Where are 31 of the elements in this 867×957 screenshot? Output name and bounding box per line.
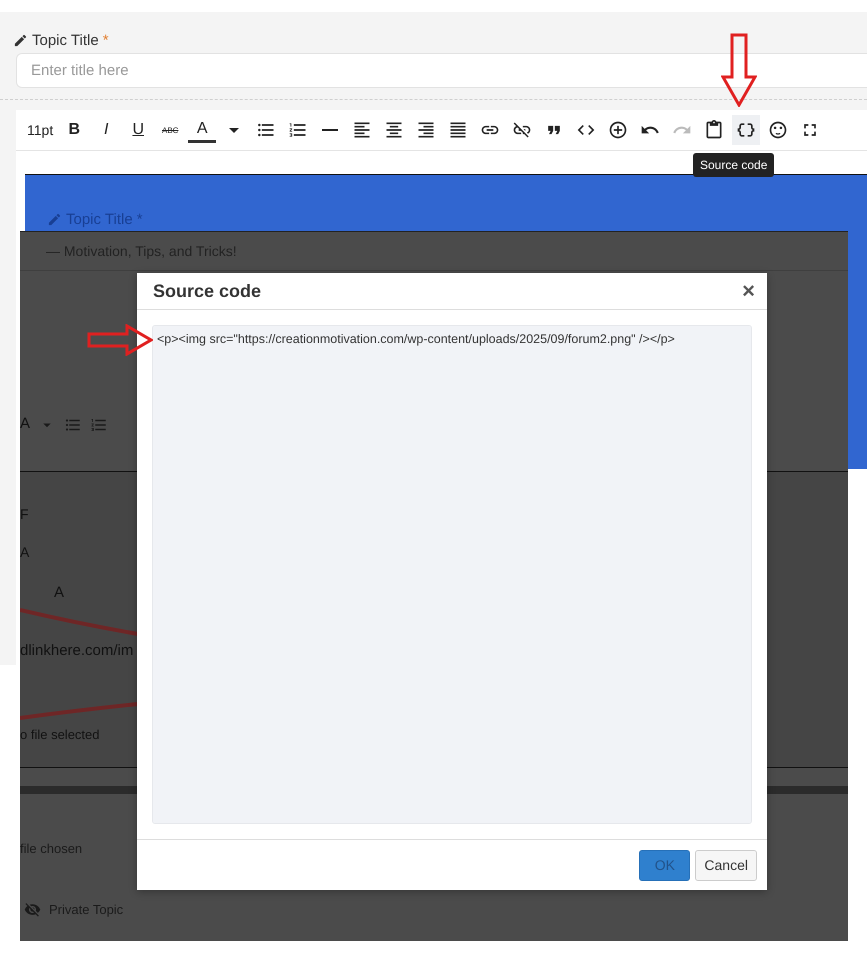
close-button[interactable]: × (742, 278, 755, 304)
required-mark: * (102, 32, 109, 48)
align-right-icon (416, 120, 436, 140)
caret-icon (229, 128, 240, 132)
align-left-icon (352, 120, 372, 140)
required-mark: * (136, 211, 143, 228)
dialog-title: Source code (153, 280, 262, 302)
text-color-letter: A (20, 415, 30, 432)
code-input-field[interactable]: <p><img src="https://creationmotivation.com/wp-content/uploads/2025/09/forum2.png" /></p> (152, 325, 752, 824)
bold-button[interactable]: B (60, 115, 88, 145)
braces-button[interactable] (732, 115, 760, 145)
horizontal-line-icon (322, 129, 338, 131)
italic-button[interactable]: I (92, 115, 120, 145)
arrow-annotation (87, 324, 153, 356)
field-label: Topic Title (66, 211, 133, 228)
font-size-button[interactable]: 11pt (24, 115, 56, 145)
field-label: Topic Title (32, 32, 99, 48)
smiley-icon (768, 120, 788, 140)
clipboard-icon (704, 120, 724, 140)
tooltip: Source code (693, 153, 774, 177)
eye-off-icon (24, 901, 41, 918)
strikethrough-button[interactable]: ABC (156, 115, 184, 145)
unlink-icon (512, 120, 532, 140)
text-color-button[interactable]: A (188, 117, 216, 143)
pencil-icon (47, 212, 62, 227)
pencil-icon (13, 32, 28, 48)
underline-button[interactable]: U (124, 115, 152, 145)
cancel-button[interactable]: Cancel (695, 850, 757, 880)
align-center-icon (384, 120, 404, 140)
title-input-field[interactable]: Enter title here (16, 53, 867, 88)
justify-icon (448, 120, 468, 140)
